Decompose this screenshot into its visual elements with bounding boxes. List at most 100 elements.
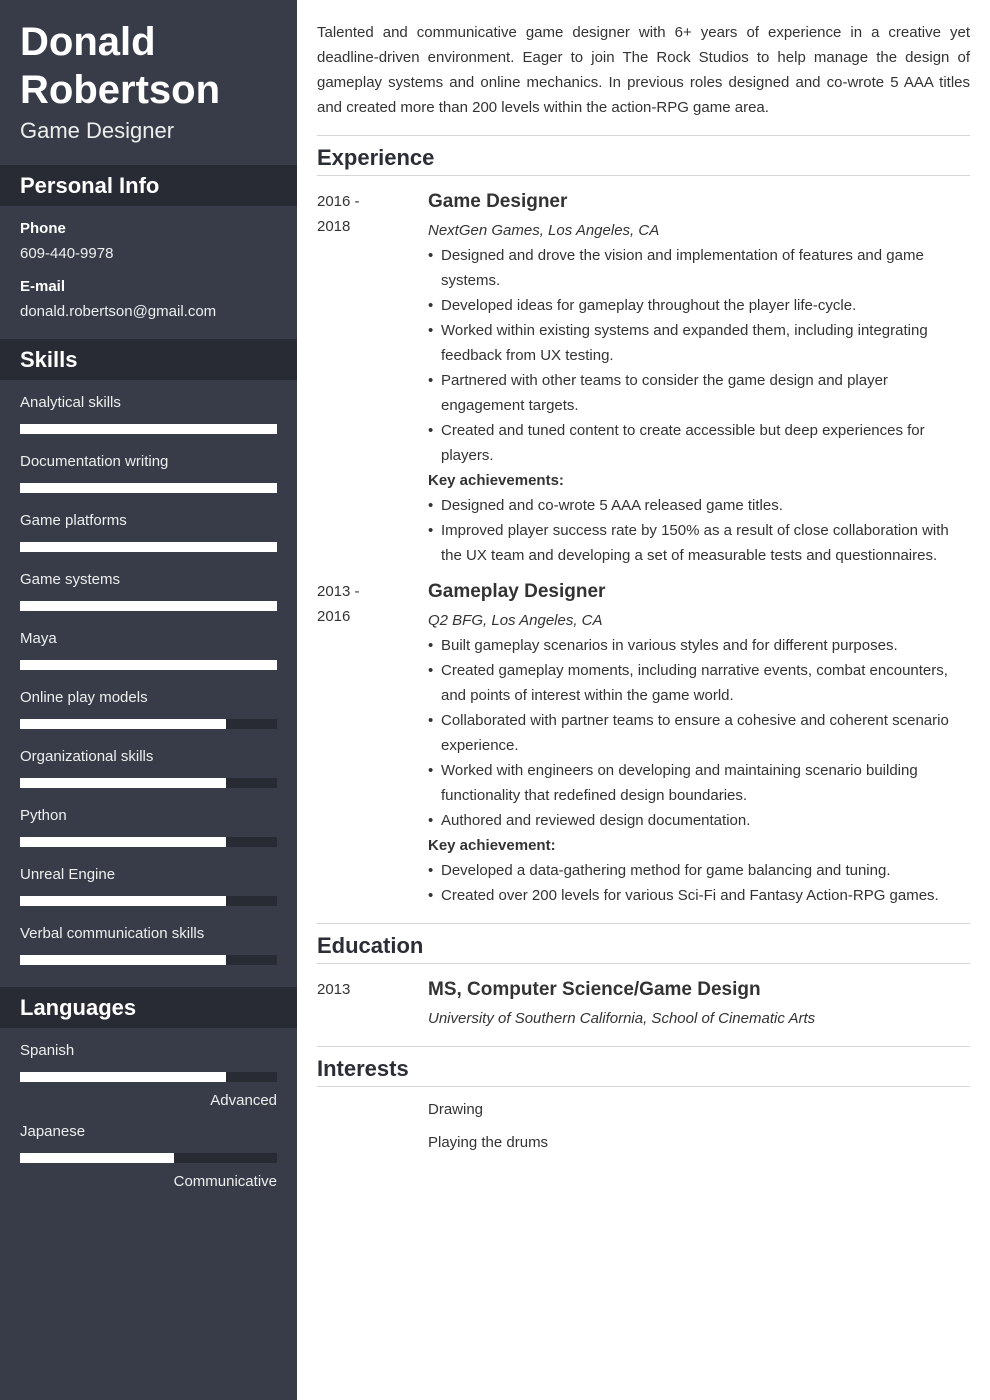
entry-body: MS, Computer Science/Game Design Univers…: [428, 977, 970, 1031]
skill-bar-fill: [20, 896, 226, 906]
date-end: 2016: [317, 608, 351, 625]
achievements-label: Key achievements:: [428, 472, 564, 489]
bullet-item: Authored and reviewed design documentati…: [428, 808, 970, 833]
achievements-label: Key achievement:: [428, 837, 556, 854]
bullet-item: Improved player success rate by 150% as …: [428, 518, 970, 568]
profile-summary: Talented and communicative game designer…: [317, 24, 970, 116]
skill-bar-fill: [20, 660, 277, 670]
school: University of Southern California, Schoo…: [428, 1010, 816, 1027]
language-bar-fill: [20, 1153, 175, 1163]
language-label: Spanish: [20, 1042, 75, 1059]
skill-bar: [20, 778, 277, 788]
bullet-item: Created gameplay moments, including narr…: [428, 658, 970, 708]
skill-bar-fill: [20, 424, 277, 434]
company: NextGen Games, Los Angeles, CA: [428, 222, 660, 239]
sidebar: Donald Robertson Game Designer Personal …: [0, 0, 297, 1400]
skill-bar: [20, 601, 277, 611]
skill-label: Verbal communication skills: [20, 925, 205, 942]
skill-bar-fill: [20, 778, 226, 788]
skill-label: Maya: [20, 630, 57, 647]
interest-item: Playing the drums: [428, 1134, 549, 1151]
skill-bar-fill: [20, 483, 277, 493]
skill-item: Online play models: [20, 689, 277, 729]
bullet-item: Developed a data-gathering method for ga…: [428, 858, 970, 883]
skill-bar: [20, 424, 277, 434]
skill-label: Online play models: [20, 689, 148, 706]
skill-bar-fill: [20, 601, 277, 611]
language-bar: [20, 1153, 277, 1163]
skill-label: Organizational skills: [20, 748, 154, 765]
candidate-name: Donald Robertson: [20, 18, 220, 114]
phone-value: 609-440-9978: [20, 245, 114, 262]
bullet-item: Worked with engineers on developing and …: [428, 758, 970, 808]
languages-heading: Languages: [0, 987, 297, 1028]
skill-bar: [20, 660, 277, 670]
email-value: donald.robertson@gmail.com: [20, 303, 217, 320]
language-level: Advanced: [210, 1092, 277, 1109]
skill-label: Documentation writing: [20, 453, 169, 470]
skill-bar: [20, 719, 277, 729]
date-start: 2013 -: [317, 583, 360, 600]
skill-item: Organizational skills: [20, 748, 277, 788]
bullet-item: Worked within existing systems and expan…: [428, 318, 970, 368]
skill-item: Verbal communication skills: [20, 925, 277, 965]
skill-label: Python: [20, 807, 67, 824]
duties-list: Built gameplay scenarios in various styl…: [428, 633, 970, 833]
interests-heading: Interests: [317, 1046, 970, 1087]
skill-bar: [20, 542, 277, 552]
name-last: Robertson: [20, 68, 220, 112]
language-label: Japanese: [20, 1123, 86, 1140]
name-first: Donald: [20, 20, 156, 64]
bullet-item: Collaborated with partner teams to ensur…: [428, 708, 970, 758]
position-title: Gameplay Designer: [428, 581, 606, 602]
entry-date: 2013 - 2016: [317, 579, 397, 629]
degree: MS, Computer Science/Game Design: [428, 979, 761, 1000]
job-title: Game Designer: [20, 118, 175, 143]
skill-bar: [20, 837, 277, 847]
skill-label: Analytical skills: [20, 394, 121, 411]
language-bar-fill: [20, 1072, 226, 1082]
skill-item: Python: [20, 807, 277, 847]
skill-bar: [20, 483, 277, 493]
bullet-item: Created and tuned content to create acce…: [428, 418, 970, 468]
company: Q2 BFG, Los Angeles, CA: [428, 612, 603, 629]
entry-body: Gameplay Designer Q2 BFG, Los Angeles, C…: [428, 579, 970, 908]
skill-item: Game systems: [20, 571, 277, 611]
language-item: Spanish Advanced: [20, 1042, 277, 1109]
skill-label: Game systems: [20, 571, 121, 588]
education-heading: Education: [317, 923, 970, 964]
skill-item: Documentation writing: [20, 453, 277, 493]
email-label: E-mail: [20, 278, 66, 295]
bullet-item: Designed and drove the vision and implem…: [428, 243, 970, 293]
skill-bar-fill: [20, 955, 226, 965]
phone-label: Phone: [20, 220, 66, 237]
personal-info-heading: Personal Info: [0, 165, 297, 206]
bullet-item: Built gameplay scenarios in various styl…: [428, 633, 970, 658]
language-bar: [20, 1072, 277, 1082]
skill-bar: [20, 896, 277, 906]
entry-body: Game Designer NextGen Games, Los Angeles…: [428, 189, 970, 568]
language-item: Japanese Communicative: [20, 1123, 277, 1190]
entry-date: 2016 - 2018: [317, 189, 397, 239]
experience-heading: Experience: [317, 135, 970, 176]
skill-label: Game platforms: [20, 512, 127, 529]
achievements-list: Designed and co-wrote 5 AAA released gam…: [428, 493, 970, 568]
achievements-list: Developed a data-gathering method for ga…: [428, 858, 970, 908]
skill-bar-fill: [20, 719, 226, 729]
date-start: 2016 -: [317, 193, 360, 210]
bullet-item: Developed ideas for gameplay throughout …: [428, 293, 970, 318]
skill-bar-fill: [20, 837, 226, 847]
skill-item: Analytical skills: [20, 394, 277, 434]
skill-item: Game platforms: [20, 512, 277, 552]
position-title: Game Designer: [428, 191, 568, 212]
entry-date: 2013: [317, 981, 351, 998]
skill-item: Maya: [20, 630, 277, 670]
language-level: Communicative: [173, 1173, 277, 1190]
skills-heading: Skills: [0, 339, 297, 380]
skill-bar: [20, 955, 277, 965]
bullet-item: Created over 200 levels for various Sci-…: [428, 883, 970, 908]
interest-item: Drawing: [428, 1101, 484, 1118]
skill-item: Unreal Engine: [20, 866, 277, 906]
duties-list: Designed and drove the vision and implem…: [428, 243, 970, 468]
bullet-item: Partnered with other teams to consider t…: [428, 368, 970, 418]
